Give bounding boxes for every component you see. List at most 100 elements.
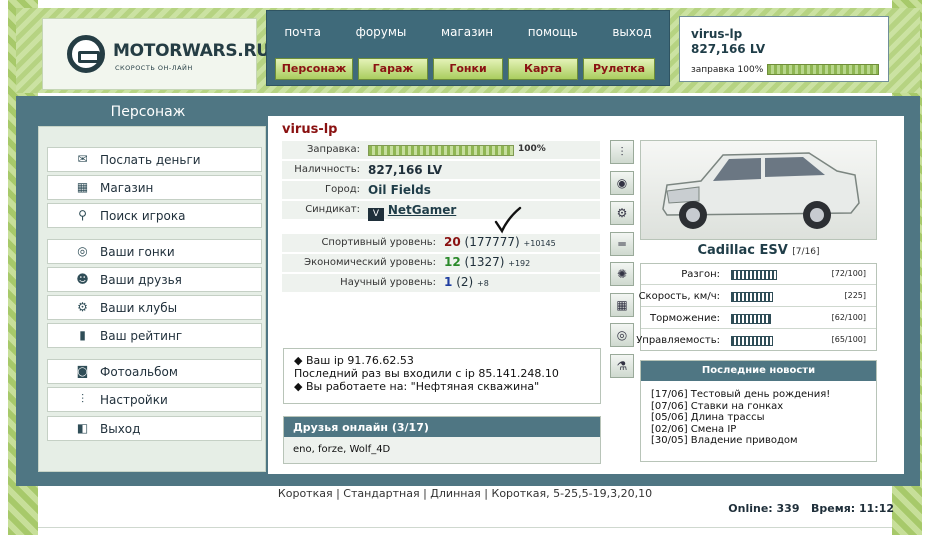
news-item[interactable]: [07/06] Ставки на гонках xyxy=(651,401,866,413)
friends-online-list[interactable]: eno, forze, Wolf_4D xyxy=(284,437,600,462)
menu-item-label: Фотоальбом xyxy=(100,365,178,379)
sci-level: 1 xyxy=(444,275,453,289)
econ-points: (1327) xyxy=(464,255,505,269)
menu-item-label: Ваши друзья xyxy=(100,273,182,287)
ip-current: ◆ Ваш ip 91.76.62.53 xyxy=(294,354,414,367)
rating-icon: ▮ xyxy=(79,328,86,342)
nav-link-help[interactable]: помощь xyxy=(528,25,578,39)
syndicate-link[interactable]: NetGamer xyxy=(388,203,456,217)
user-summary: virus-lp 827,166 LV заправка 100% xyxy=(679,16,889,82)
menu-item-label: Настройки xyxy=(100,393,168,407)
car-name: Cadillac ESV [7/16] xyxy=(697,243,820,258)
menu-item-your-clubs[interactable]: ⚙ Ваши клубы xyxy=(47,295,262,320)
stat-acceleration: Разгон: [72/100] xyxy=(641,264,876,285)
wheel-rim-icon[interactable]: ✺ xyxy=(610,262,634,286)
engine-icon[interactable]: ▦ xyxy=(610,292,634,317)
stat-value: [65/100] xyxy=(831,335,866,344)
stat-handling: Управляемость: [65/100] xyxy=(636,330,876,351)
sci-level-row: Научный уровень: 1 (2) +8 xyxy=(282,274,600,293)
nav-button-character[interactable]: Персонаж xyxy=(275,58,353,80)
menu-item-label: Магазин xyxy=(100,181,154,195)
sci-level-label: Научный уровень: xyxy=(340,277,436,288)
menu-item-label: Ваши гонки xyxy=(100,245,175,259)
cash-label: Наличность: xyxy=(294,164,360,175)
brakes-icon[interactable]: ⚙ xyxy=(610,201,634,225)
ip-job: ◆ Вы работаете на: "Нефтяная скважина" xyxy=(294,380,540,393)
tire-icon[interactable]: ◉ xyxy=(610,170,634,195)
menu-item-send-money[interactable]: ✉ Послать деньги xyxy=(47,147,262,172)
news-item[interactable]: [30/05] Владение приводом xyxy=(651,435,866,447)
stat-value: [225] xyxy=(844,291,866,300)
econ-level-row: Экономический уровень: 12 (1327) +192 xyxy=(282,254,600,273)
nitro-icon[interactable]: ⚗ xyxy=(610,353,634,378)
clubs-icon: ⚙ xyxy=(77,300,88,314)
user-name: virus-lp xyxy=(691,27,743,41)
suspension-icon[interactable]: ⫶ xyxy=(610,140,634,164)
news-item[interactable]: [05/06] Длина трассы xyxy=(651,412,866,424)
nav-link-forums[interactable]: форумы xyxy=(356,25,407,39)
city-value[interactable]: Oil Fields xyxy=(368,183,431,197)
stat-bar xyxy=(731,336,773,346)
menu-item-exit[interactable]: ◧ Выход xyxy=(47,416,262,441)
menu-item-label: Поиск игрока xyxy=(100,209,186,223)
menu-item-settings[interactable]: ⫶ Настройки xyxy=(47,387,262,412)
profile-name: virus-lp xyxy=(282,122,338,137)
fuel-percent: 100% xyxy=(518,144,546,154)
car-stats: Разгон: [72/100] Скорость, км/ч: [225] Т… xyxy=(636,263,877,351)
news-item[interactable]: [02/06] Смена IP xyxy=(651,424,866,436)
fuel-label: Заправка: xyxy=(307,144,360,155)
nav-link-shop[interactable]: магазин xyxy=(441,25,493,39)
news-item[interactable]: [17/06] Тестовый день рождения! xyxy=(651,389,866,401)
menu-item-find-player[interactable]: ⚲ Поиск игрока xyxy=(47,203,262,228)
stat-bar xyxy=(731,270,777,280)
menu-item-label: Ваш рейтинг xyxy=(100,329,183,343)
turbo-icon[interactable]: ◎ xyxy=(610,323,634,347)
syndicate-emblem-icon: V xyxy=(368,208,384,221)
shop-icon: ▦ xyxy=(76,180,89,194)
site-logo[interactable]: MOTORWARS.RU СКОРОСТЬ ОН-ЛАЙН xyxy=(42,18,270,90)
menu-item-your-rating[interactable]: ▮ Ваш рейтинг xyxy=(47,323,262,348)
user-cash: 827,166 LV xyxy=(691,42,766,56)
car-image[interactable] xyxy=(640,140,877,240)
sport-delta: +10145 xyxy=(523,239,556,248)
friends-online-title: Друзья онлайн (3/17) xyxy=(284,417,600,437)
nav-button-roulette[interactable]: Рулетка xyxy=(583,58,655,80)
syndicate-row: Синдикат: V NetGamer xyxy=(282,201,600,221)
sport-points: (177777) xyxy=(464,235,520,249)
user-fuel-label: заправка 100% xyxy=(691,65,764,75)
server-time: Время: 11:12 xyxy=(810,502,894,515)
main-navigation: почта форумы магазин помощь выход Персон… xyxy=(266,10,670,86)
menu-item-your-races[interactable]: ◎ Ваши гонки xyxy=(47,239,262,264)
sport-level-value: 20 (177777) +10145 xyxy=(444,235,556,249)
money-icon: ✉ xyxy=(77,152,88,166)
stat-label: Скорость, км/ч: xyxy=(638,291,720,302)
menu-item-photo-album[interactable]: ◙ Фотоальбом xyxy=(47,359,262,384)
search-icon: ⚲ xyxy=(78,208,87,222)
car-parts-column: ⫶ ◉ ⚙ ═ ✺ ▦ ◎ ⚗ xyxy=(610,140,634,384)
menu-item-your-friends[interactable]: ☻ Ваши друзья xyxy=(47,267,262,292)
logo-subtitle: СКОРОСТЬ ОН-ЛАЙН xyxy=(115,64,193,72)
nav-button-races[interactable]: Гонки xyxy=(433,58,503,80)
city-row: Город: Oil Fields xyxy=(282,181,600,200)
menu-item-label: Послать деньги xyxy=(100,153,201,167)
footer-links[interactable]: Короткая | Стандартная | Длинная | Корот… xyxy=(0,487,930,500)
steering-wheel-icon: ◎ xyxy=(77,244,88,258)
latest-news-title: Последние новости xyxy=(641,361,876,381)
character-menu: ✉ Послать деньги ▦ Магазин ⚲ Поиск игрок… xyxy=(38,126,266,472)
econ-level-value: 12 (1327) +192 xyxy=(444,255,530,269)
car-slots: [7/16] xyxy=(792,247,820,257)
nav-link-exit[interactable]: выход xyxy=(612,25,651,39)
nav-link-mail[interactable]: почта xyxy=(284,25,321,39)
ip-last-login: Последний раз вы входили с ip 85.141.248… xyxy=(294,367,559,380)
logo-emblem-icon xyxy=(67,35,105,73)
camera-icon: ◙ xyxy=(76,364,89,378)
nav-button-garage[interactable]: Гараж xyxy=(358,58,428,80)
latest-news-panel: Последние новости [17/06] Тестовый день … xyxy=(640,360,877,462)
sci-points: (2) xyxy=(456,275,474,289)
exhaust-icon[interactable]: ═ xyxy=(610,231,634,256)
online-count: Online: 339 xyxy=(728,502,800,515)
nav-button-map[interactable]: Карта xyxy=(508,58,578,80)
menu-item-shop[interactable]: ▦ Магазин xyxy=(47,175,262,200)
menu-item-label: Выход xyxy=(100,422,141,436)
syndicate-label: Синдикат: xyxy=(305,204,360,215)
